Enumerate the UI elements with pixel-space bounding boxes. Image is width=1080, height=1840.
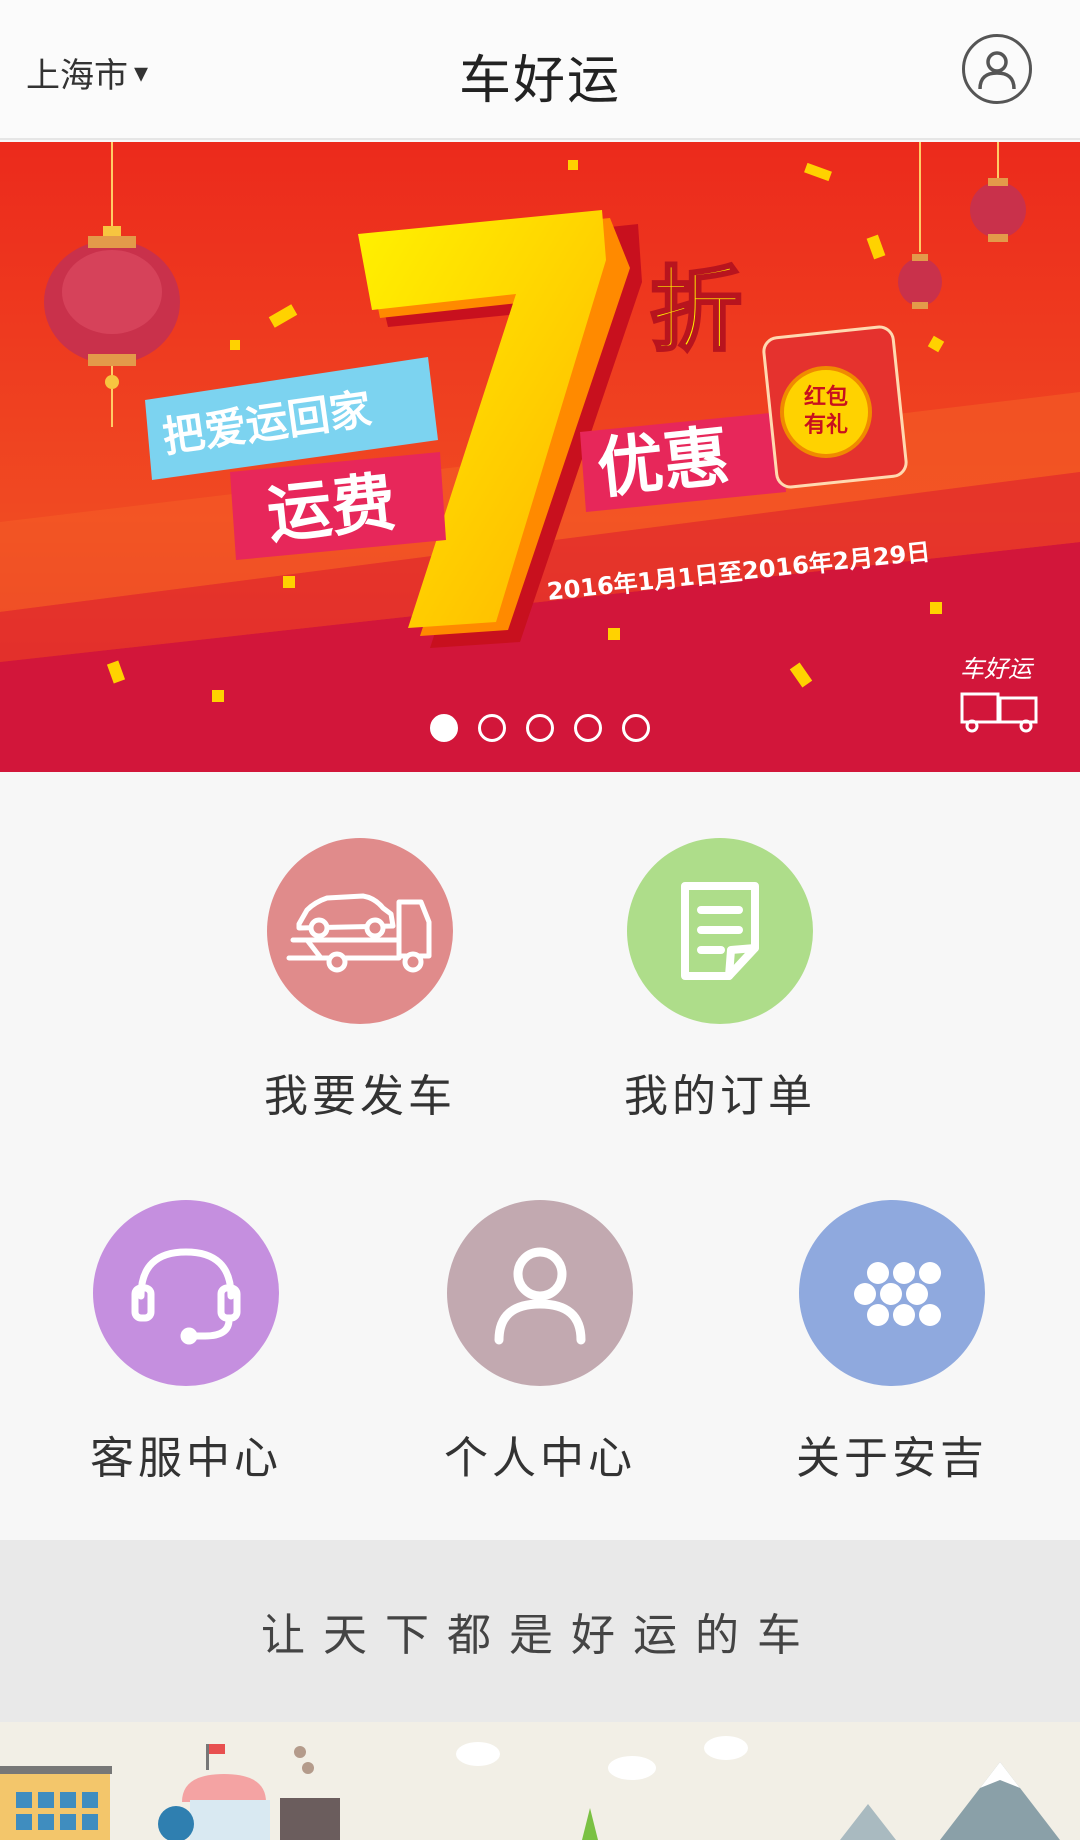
order-document-icon — [627, 838, 813, 1024]
dots-grid-icon — [799, 1200, 985, 1386]
city-illustration — [0, 1722, 1080, 1840]
headset-icon — [93, 1200, 279, 1386]
page-title: 车好运 — [458, 51, 621, 111]
carousel-dot[interactable] — [430, 714, 458, 742]
menu-label: 个人中心 — [444, 1433, 636, 1484]
carousel-dot[interactable] — [622, 714, 650, 742]
promo-banner[interactable]: 把爱运回家 运费 折 优惠 红包 有礼 2016年1月1日至2016年2月29日… — [0, 142, 1080, 772]
carousel-dot[interactable] — [526, 714, 554, 742]
main-menu: 我要发车 我的订单 客服中心 个人中心 关于安吉 — [0, 772, 1080, 1540]
svg-text:红包: 红包 — [804, 384, 848, 410]
top-bar: 上海市 ▾ 车好运 — [0, 0, 1080, 140]
person-icon — [447, 1200, 633, 1386]
app-screen: 上海市 ▾ 车好运 把爱运回家 运费 折 优惠 红包 有礼 2016年1月1日至… — [0, 0, 1080, 1840]
menu-item-customer-service[interactable]: 客服中心 — [66, 1200, 306, 1486]
slogan-text: 让天下都是好运的车 — [261, 1610, 819, 1661]
carousel-dot[interactable] — [574, 714, 602, 742]
banner-brand: 车好运 — [960, 655, 1035, 683]
menu-item-personal-center[interactable]: 个人中心 — [420, 1200, 660, 1486]
svg-text:有礼: 有礼 — [804, 412, 848, 438]
menu-label: 我的订单 — [624, 1071, 816, 1122]
profile-button[interactable] — [962, 34, 1032, 104]
car-carrier-icon — [267, 838, 453, 1024]
menu-item-about[interactable]: 关于安吉 — [772, 1200, 1012, 1486]
banner-text-youhui: 优惠 — [594, 418, 733, 508]
menu-label: 客服中心 — [90, 1433, 282, 1484]
menu-item-my-orders[interactable]: 我的订单 — [600, 838, 840, 1124]
banner-artwork: 把爱运回家 运费 折 优惠 红包 有礼 2016年1月1日至2016年2月29日… — [0, 142, 1080, 772]
carousel-dot[interactable] — [478, 714, 506, 742]
menu-label: 我要发车 — [264, 1071, 456, 1122]
slogan-bar: 让天下都是好运的车 — [0, 1540, 1080, 1722]
red-envelope-icon: 红包 有礼 — [762, 325, 908, 489]
banner-text-zhe: 折 — [650, 257, 742, 364]
menu-item-send-car[interactable]: 我要发车 — [240, 838, 480, 1124]
carousel-indicators — [0, 714, 1080, 742]
menu-label: 关于安吉 — [796, 1433, 988, 1484]
banner-text-yunfei: 运费 — [264, 466, 399, 553]
user-icon — [978, 51, 1016, 90]
